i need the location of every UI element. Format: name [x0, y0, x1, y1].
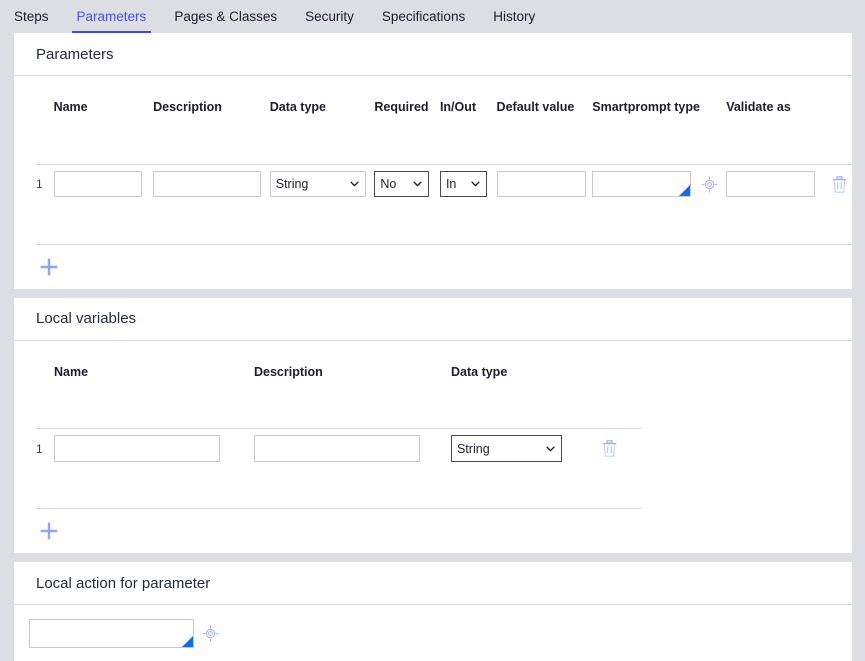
main-tab-bar: Steps Parameters Pages & Classes Securit…: [0, 0, 865, 33]
tab-pages-and-classes-label: Pages & Classes: [174, 9, 278, 24]
param-name-input[interactable]: [53, 171, 142, 198]
col-header-required: Required: [374, 100, 429, 114]
param-smartprompt-wrapper: [592, 171, 692, 198]
col-header-description: Description: [153, 100, 222, 114]
cell-name: [53, 164, 154, 204]
param-validate-as-input[interactable]: [726, 171, 816, 198]
parameters-table-head: Name Description Data type Required In/O…: [36, 76, 852, 165]
crosshair-icon[interactable]: [199, 622, 221, 644]
cell-required: No: [374, 164, 440, 204]
local-action-card: Local action for parameter: [14, 562, 852, 661]
local-action-title: Local action for parameter: [36, 574, 211, 592]
localvar-name-input[interactable]: [54, 435, 220, 463]
param-in-out-select[interactable]: In: [439, 171, 487, 198]
cell-name: [54, 429, 254, 469]
cell-data-type: String: [269, 164, 375, 204]
parameters-title: Parameters: [36, 45, 114, 63]
tab-parameters-label: Parameters: [76, 9, 147, 24]
local-variables-row-divider: [36, 468, 641, 509]
local-variables-add-row-container: [14, 509, 852, 553]
cell-validate-as: [726, 164, 822, 204]
col-header-validate-as: Validate as: [726, 100, 791, 114]
tab-steps[interactable]: Steps: [0, 10, 63, 33]
col-header-default-value: Default value: [496, 100, 575, 114]
plus-icon[interactable]: [36, 518, 62, 544]
tab-security[interactable]: Security: [291, 10, 368, 33]
local-variables-card-body: Name Description Data type 1 String: [14, 341, 852, 554]
cell-smartprompt-type: [592, 164, 726, 204]
plus-icon[interactable]: [36, 254, 62, 280]
local-variables-title: Local variables: [36, 310, 137, 327]
tab-security-label: Security: [305, 9, 354, 24]
tab-history[interactable]: History: [479, 10, 549, 33]
lv-col-header-name: Name: [54, 364, 89, 379]
row-number: 1: [36, 177, 43, 192]
param-description-input[interactable]: [153, 171, 262, 198]
parameters-card: Parameters Name Description Data type Re…: [14, 33, 852, 289]
param-default-value-input[interactable]: [496, 171, 586, 198]
parameters-header-divider: [36, 120, 852, 165]
localvar-data-type-select[interactable]: String: [451, 435, 562, 463]
local-action-row: [14, 605, 852, 661]
cell-row-actions: [581, 429, 641, 469]
param-required-wrapper: No: [374, 171, 430, 198]
param-required-select[interactable]: No: [374, 171, 430, 198]
tab-pages-and-classes[interactable]: Pages & Classes: [160, 10, 291, 33]
col-header-data-type: Data type: [269, 100, 327, 114]
local-variables-table-head: Name Description Data type: [36, 341, 641, 429]
cell-default-value: [496, 164, 593, 204]
lv-col-header-data-type: Data type: [451, 364, 508, 379]
parameters-card-header: Parameters: [14, 33, 852, 76]
tab-specifications-label: Specifications: [381, 9, 466, 24]
param-in-out-wrapper: In: [439, 171, 487, 198]
trash-icon[interactable]: [828, 172, 852, 196]
table-row: 1 String: [36, 429, 641, 469]
table-row: 1 String: [36, 164, 852, 204]
local-variables-header-divider: [36, 384, 641, 429]
cell-in-out: In: [439, 164, 497, 204]
localvar-data-type-wrapper: String: [451, 435, 562, 463]
param-data-type-wrapper: String: [269, 171, 366, 198]
cell-row-actions: [822, 164, 852, 204]
col-header-in-out: In/Out: [439, 100, 477, 114]
local-variables-table-body: 1 String: [36, 429, 641, 509]
parameters-card-body: Name Description Data type Required In/O…: [14, 76, 852, 289]
tab-parameters[interactable]: Parameters: [63, 10, 161, 33]
lv-col-header-description: Description: [254, 364, 323, 379]
tab-specifications[interactable]: Specifications: [368, 10, 479, 33]
local-action-card-body: [14, 605, 852, 661]
crosshair-icon[interactable]: [699, 173, 721, 195]
tab-history-label: History: [493, 9, 536, 24]
col-header-name: Name: [53, 100, 88, 114]
local-action-input-wrapper: [29, 618, 194, 648]
row-number: 1: [36, 441, 43, 456]
parameters-add-row-container: [14, 245, 852, 289]
parameters-table: Name Description Data type Required In/O…: [36, 76, 852, 245]
parameters-table-body: 1 String No In: [36, 164, 852, 245]
cell-description: [254, 429, 451, 469]
param-smartprompt-input[interactable]: [592, 171, 692, 198]
parameters-row-divider: [36, 204, 852, 245]
param-data-type-select[interactable]: String: [269, 171, 366, 198]
local-action-card-header: Local action for parameter: [14, 562, 852, 605]
local-variables-card-header: Local variables: [14, 298, 852, 341]
cell-data-type: String: [451, 429, 581, 469]
local-variables-table: Name Description Data type 1 String: [36, 341, 641, 509]
local-variables-card: Local variables Name Description Data ty…: [14, 297, 852, 554]
localvar-description-input[interactable]: [254, 435, 420, 463]
tab-steps-label: Steps: [14, 9, 49, 24]
cell-description: [153, 164, 270, 204]
local-action-input[interactable]: [29, 618, 194, 648]
col-header-smartprompt-type: Smartprompt type: [592, 100, 700, 114]
trash-icon[interactable]: [597, 437, 621, 461]
